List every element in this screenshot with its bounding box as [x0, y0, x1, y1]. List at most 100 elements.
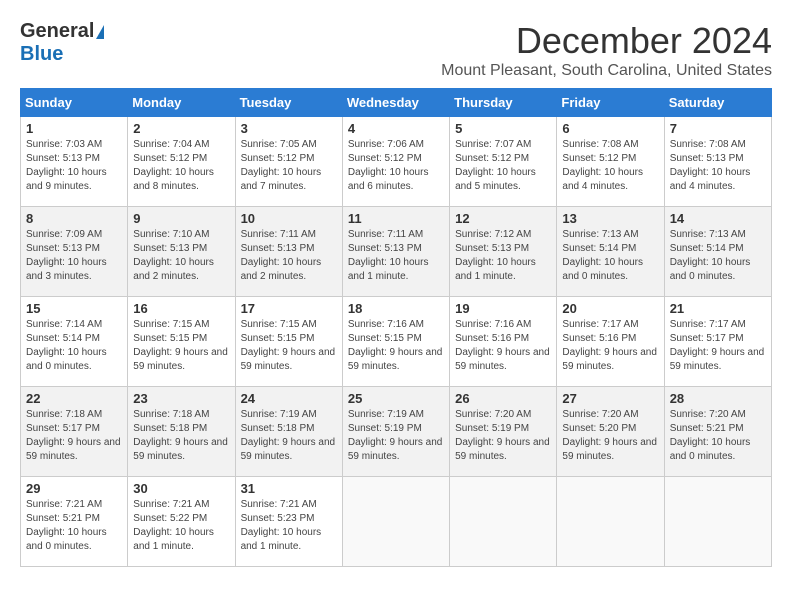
calendar-cell: 8 Sunrise: 7:09 AM Sunset: 5:13 PM Dayli…: [21, 207, 128, 297]
day-info: Sunrise: 7:13 AM Sunset: 5:14 PM Dayligh…: [670, 228, 766, 284]
daylight-text: Daylight: 9 hours and 59 minutes.: [455, 437, 550, 462]
daylight-text: Daylight: 9 hours and 59 minutes.: [670, 347, 765, 372]
day-info: Sunrise: 7:03 AM Sunset: 5:13 PM Dayligh…: [26, 138, 122, 194]
calendar-cell: 13 Sunrise: 7:13 AM Sunset: 5:14 PM Dayl…: [557, 207, 664, 297]
calendar-cell: 4 Sunrise: 7:06 AM Sunset: 5:12 PM Dayli…: [342, 117, 449, 207]
sunset-text: Sunset: 5:21 PM: [26, 513, 100, 524]
sunrise-text: Sunrise: 7:17 AM: [670, 319, 746, 330]
daylight-text: Daylight: 9 hours and 59 minutes.: [455, 347, 550, 372]
day-number: 23: [133, 391, 229, 406]
calendar-cell: 18 Sunrise: 7:16 AM Sunset: 5:15 PM Dayl…: [342, 297, 449, 387]
daylight-text: Daylight: 10 hours and 1 minute.: [348, 257, 429, 282]
sunset-text: Sunset: 5:13 PM: [133, 243, 207, 254]
sunrise-text: Sunrise: 7:15 AM: [241, 319, 317, 330]
calendar-cell: [664, 477, 771, 567]
calendar-cell: 7 Sunrise: 7:08 AM Sunset: 5:13 PM Dayli…: [664, 117, 771, 207]
sunrise-text: Sunrise: 7:16 AM: [348, 319, 424, 330]
day-info: Sunrise: 7:19 AM Sunset: 5:19 PM Dayligh…: [348, 408, 444, 464]
weekday-header-wednesday: Wednesday: [342, 89, 449, 117]
calendar-cell: 5 Sunrise: 7:07 AM Sunset: 5:12 PM Dayli…: [450, 117, 557, 207]
weekday-header-saturday: Saturday: [664, 89, 771, 117]
sunrise-text: Sunrise: 7:09 AM: [26, 229, 102, 240]
calendar-cell: 9 Sunrise: 7:10 AM Sunset: 5:13 PM Dayli…: [128, 207, 235, 297]
daylight-text: Daylight: 9 hours and 59 minutes.: [562, 347, 657, 372]
sunrise-text: Sunrise: 7:18 AM: [26, 409, 102, 420]
daylight-text: Daylight: 10 hours and 0 minutes.: [670, 257, 751, 282]
sunrise-text: Sunrise: 7:21 AM: [241, 499, 317, 510]
calendar-cell: 3 Sunrise: 7:05 AM Sunset: 5:12 PM Dayli…: [235, 117, 342, 207]
logo-triangle-icon: [96, 25, 104, 39]
sunrise-text: Sunrise: 7:20 AM: [562, 409, 638, 420]
day-number: 3: [241, 121, 337, 136]
day-number: 31: [241, 481, 337, 496]
sunset-text: Sunset: 5:13 PM: [670, 153, 744, 164]
daylight-text: Daylight: 10 hours and 3 minutes.: [26, 257, 107, 282]
weekday-header-thursday: Thursday: [450, 89, 557, 117]
day-number: 27: [562, 391, 658, 406]
sunset-text: Sunset: 5:15 PM: [241, 333, 315, 344]
day-number: 4: [348, 121, 444, 136]
sunrise-text: Sunrise: 7:13 AM: [670, 229, 746, 240]
logo-blue-text: Blue: [20, 43, 63, 66]
sunset-text: Sunset: 5:17 PM: [26, 423, 100, 434]
day-number: 1: [26, 121, 122, 136]
day-number: 6: [562, 121, 658, 136]
day-number: 11: [348, 211, 444, 226]
day-info: Sunrise: 7:17 AM Sunset: 5:16 PM Dayligh…: [562, 318, 658, 374]
day-info: Sunrise: 7:19 AM Sunset: 5:18 PM Dayligh…: [241, 408, 337, 464]
day-info: Sunrise: 7:10 AM Sunset: 5:13 PM Dayligh…: [133, 228, 229, 284]
day-number: 7: [670, 121, 766, 136]
calendar-cell: 25 Sunrise: 7:19 AM Sunset: 5:19 PM Dayl…: [342, 387, 449, 477]
sunrise-text: Sunrise: 7:11 AM: [241, 229, 316, 240]
daylight-text: Daylight: 9 hours and 59 minutes.: [26, 437, 121, 462]
weekday-header-friday: Friday: [557, 89, 664, 117]
weekday-header-monday: Monday: [128, 89, 235, 117]
sunset-text: Sunset: 5:20 PM: [562, 423, 636, 434]
calendar-cell: 2 Sunrise: 7:04 AM Sunset: 5:12 PM Dayli…: [128, 117, 235, 207]
daylight-text: Daylight: 10 hours and 0 minutes.: [562, 257, 643, 282]
daylight-text: Daylight: 9 hours and 59 minutes.: [562, 437, 657, 462]
sunrise-text: Sunrise: 7:08 AM: [670, 139, 746, 150]
daylight-text: Daylight: 9 hours and 59 minutes.: [241, 347, 336, 372]
day-info: Sunrise: 7:04 AM Sunset: 5:12 PM Dayligh…: [133, 138, 229, 194]
sunrise-text: Sunrise: 7:20 AM: [670, 409, 746, 420]
day-info: Sunrise: 7:17 AM Sunset: 5:17 PM Dayligh…: [670, 318, 766, 374]
sunrise-text: Sunrise: 7:16 AM: [455, 319, 531, 330]
day-number: 5: [455, 121, 551, 136]
sunrise-text: Sunrise: 7:08 AM: [562, 139, 638, 150]
calendar-cell: 16 Sunrise: 7:15 AM Sunset: 5:15 PM Dayl…: [128, 297, 235, 387]
day-info: Sunrise: 7:11 AM Sunset: 5:13 PM Dayligh…: [348, 228, 444, 284]
weekday-header-tuesday: Tuesday: [235, 89, 342, 117]
calendar-cell: 19 Sunrise: 7:16 AM Sunset: 5:16 PM Dayl…: [450, 297, 557, 387]
day-number: 15: [26, 301, 122, 316]
calendar-cell: 1 Sunrise: 7:03 AM Sunset: 5:13 PM Dayli…: [21, 117, 128, 207]
logo: General Blue: [20, 20, 104, 66]
daylight-text: Daylight: 10 hours and 7 minutes.: [241, 167, 322, 192]
day-number: 16: [133, 301, 229, 316]
sunrise-text: Sunrise: 7:03 AM: [26, 139, 102, 150]
weekday-header-row: SundayMondayTuesdayWednesdayThursdayFrid…: [21, 89, 772, 117]
daylight-text: Daylight: 10 hours and 8 minutes.: [133, 167, 214, 192]
day-info: Sunrise: 7:21 AM Sunset: 5:22 PM Dayligh…: [133, 498, 229, 554]
day-number: 24: [241, 391, 337, 406]
day-info: Sunrise: 7:11 AM Sunset: 5:13 PM Dayligh…: [241, 228, 337, 284]
daylight-text: Daylight: 10 hours and 0 minutes.: [670, 437, 751, 462]
daylight-text: Daylight: 10 hours and 0 minutes.: [26, 347, 107, 372]
sunrise-text: Sunrise: 7:19 AM: [241, 409, 317, 420]
sunset-text: Sunset: 5:13 PM: [455, 243, 529, 254]
day-info: Sunrise: 7:05 AM Sunset: 5:12 PM Dayligh…: [241, 138, 337, 194]
sunset-text: Sunset: 5:13 PM: [241, 243, 315, 254]
day-info: Sunrise: 7:12 AM Sunset: 5:13 PM Dayligh…: [455, 228, 551, 284]
sunset-text: Sunset: 5:12 PM: [348, 153, 422, 164]
sunset-text: Sunset: 5:16 PM: [455, 333, 529, 344]
day-number: 25: [348, 391, 444, 406]
sunset-text: Sunset: 5:19 PM: [348, 423, 422, 434]
sunrise-text: Sunrise: 7:10 AM: [133, 229, 209, 240]
daylight-text: Daylight: 9 hours and 59 minutes.: [133, 437, 228, 462]
day-number: 30: [133, 481, 229, 496]
day-info: Sunrise: 7:14 AM Sunset: 5:14 PM Dayligh…: [26, 318, 122, 374]
day-info: Sunrise: 7:21 AM Sunset: 5:23 PM Dayligh…: [241, 498, 337, 554]
calendar-cell: 22 Sunrise: 7:18 AM Sunset: 5:17 PM Dayl…: [21, 387, 128, 477]
daylight-text: Daylight: 10 hours and 5 minutes.: [455, 167, 536, 192]
daylight-text: Daylight: 10 hours and 6 minutes.: [348, 167, 429, 192]
